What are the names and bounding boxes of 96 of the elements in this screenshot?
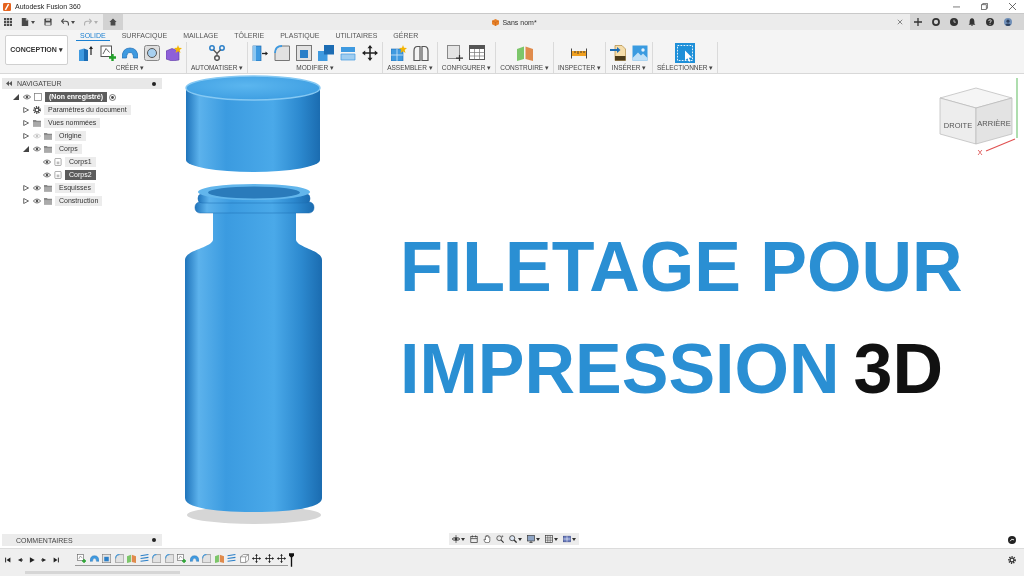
monitor-icon[interactable] — [527, 535, 535, 543]
undo-icon[interactable] — [61, 18, 69, 26]
settings-icon[interactable] — [1008, 556, 1016, 564]
shell-icon[interactable] — [296, 44, 313, 61]
home-icon[interactable] — [103, 14, 123, 30]
caret-icon[interactable] — [518, 537, 522, 541]
step-forward-icon[interactable] — [41, 557, 47, 563]
triangle-icon[interactable] — [23, 107, 29, 114]
square-plus-icon[interactable] — [77, 554, 86, 563]
overlapping-boxes-icon[interactable] — [318, 44, 335, 61]
eye-icon[interactable] — [33, 184, 41, 191]
arch-icon[interactable] — [189, 554, 199, 563]
skip-back-icon[interactable] — [5, 557, 11, 563]
caret-icon[interactable] — [31, 20, 35, 24]
double-arrow-icon[interactable] — [6, 81, 12, 86]
caret-icon[interactable] — [461, 537, 465, 541]
triangle-icon[interactable] — [23, 146, 29, 152]
folder-icon — [44, 132, 52, 141]
target-icon[interactable] — [109, 93, 117, 101]
grid-icon[interactable] — [545, 535, 553, 543]
document-icon — [34, 93, 42, 102]
dot-icon[interactable] — [152, 81, 156, 86]
timeline-marker-icon[interactable] — [289, 553, 294, 567]
box-icon — [54, 157, 62, 166]
clock-icon[interactable] — [950, 18, 958, 26]
save-icon[interactable] — [44, 18, 52, 26]
file-icon[interactable] — [21, 18, 29, 26]
grid-star-icon[interactable] — [390, 44, 407, 61]
bell-icon[interactable] — [968, 18, 976, 26]
headline-text: FILETAGE POUR — [400, 227, 963, 308]
eye-icon[interactable] — [43, 171, 51, 178]
window-panes-icon[interactable] — [563, 535, 571, 543]
restore-icon[interactable] — [981, 3, 988, 10]
image-icon[interactable] — [632, 44, 648, 61]
headline-text: IMPRESSION — [400, 329, 840, 410]
triangle-icon[interactable] — [23, 133, 29, 140]
move-icon[interactable] — [362, 44, 379, 61]
caret-icon[interactable] — [536, 537, 540, 541]
triangle-icon[interactable] — [23, 120, 29, 127]
dot-icon[interactable] — [152, 538, 156, 542]
caret-icon[interactable] — [554, 537, 558, 541]
arch-icon[interactable] — [122, 44, 138, 61]
stacked-layers-icon[interactable] — [340, 44, 357, 61]
skip-forward-icon[interactable] — [53, 557, 59, 563]
circle-arrow-icon[interactable] — [1008, 536, 1016, 544]
cube-star-icon[interactable] — [166, 44, 182, 61]
hole-icon[interactable] — [144, 44, 160, 61]
screen-icon[interactable] — [470, 535, 478, 543]
stripes-icon[interactable] — [227, 554, 236, 563]
box-icon — [54, 170, 62, 179]
shell-icon[interactable] — [102, 554, 111, 563]
gear-icon — [33, 106, 41, 115]
grid-icon[interactable] — [4, 18, 12, 26]
headline-text: 3D — [853, 329, 943, 410]
move-icon[interactable] — [277, 554, 286, 563]
play-icon[interactable] — [29, 557, 35, 563]
triangle-icon[interactable] — [13, 94, 19, 101]
cursor-square-icon[interactable] — [675, 42, 696, 63]
ring-icon[interactable] — [932, 18, 940, 26]
square-plus-icon[interactable] — [100, 44, 116, 61]
joint-icon[interactable] — [412, 44, 429, 61]
triangle-icon[interactable] — [23, 197, 29, 204]
folder-icon — [44, 196, 52, 205]
magnifier-icon[interactable] — [496, 535, 504, 543]
folder-icon — [44, 145, 52, 153]
stripes-icon[interactable] — [139, 554, 149, 563]
move-icon[interactable] — [264, 554, 274, 563]
bar-arrow-icon[interactable] — [252, 44, 269, 61]
square-plus-icon[interactable] — [177, 554, 186, 563]
cube-icon — [492, 18, 500, 26]
rounded-corner-icon[interactable] — [274, 44, 291, 61]
hand-icon[interactable] — [483, 535, 491, 543]
close-icon[interactable] — [897, 19, 903, 25]
box-plus-icon[interactable] — [447, 44, 464, 61]
arch-icon[interactable] — [89, 554, 99, 563]
plus-icon[interactable] — [914, 18, 922, 26]
step-back-icon[interactable] — [17, 557, 23, 563]
eye-icon[interactable] — [23, 94, 31, 101]
folder-icon — [44, 183, 52, 192]
close-icon[interactable] — [1009, 3, 1016, 10]
caret-icon[interactable] — [572, 537, 576, 541]
move-icon[interactable] — [252, 554, 261, 563]
triangle-icon[interactable] — [23, 184, 29, 191]
avatar-icon[interactable] — [1004, 18, 1012, 26]
eye-icon[interactable] — [33, 146, 41, 152]
eye-icon[interactable] — [33, 197, 41, 204]
box-arrow-icon[interactable] — [78, 44, 94, 61]
node-graph-icon[interactable] — [209, 44, 226, 61]
magnifier-icon[interactable] — [509, 535, 517, 543]
folder-icon — [33, 119, 41, 128]
file-arrow-icon[interactable] — [610, 44, 626, 61]
caret-icon[interactable] — [71, 20, 75, 24]
view-cube[interactable] — [939, 87, 1013, 145]
eye-icon[interactable] — [43, 158, 51, 165]
help-icon[interactable] — [986, 18, 994, 26]
table-icon[interactable] — [469, 44, 486, 61]
